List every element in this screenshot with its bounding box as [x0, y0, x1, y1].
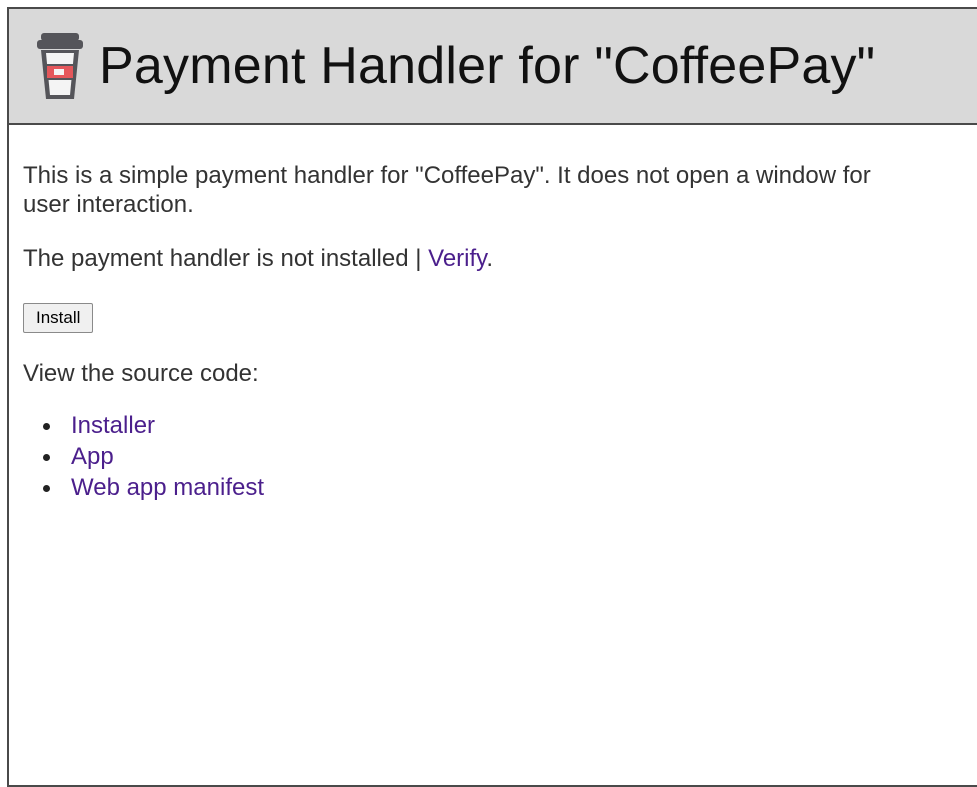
coffee-cup-icon — [37, 33, 83, 99]
status-text: The payment handler is not installed | — [23, 245, 429, 272]
page-header: Payment Handler for "CoffeePay" — [9, 9, 977, 125]
page-content: This is a simple payment handler for "Co… — [9, 125, 977, 503]
installer-link[interactable]: Installer — [71, 412, 155, 439]
install-button[interactable]: Install — [23, 303, 94, 333]
list-item: Installer — [43, 410, 977, 441]
page-title: Payment Handler for "CoffeePay" — [99, 37, 876, 95]
intro-text: This is a simple payment handler for "Co… — [23, 162, 871, 218]
status-suffix: . — [486, 245, 494, 272]
list-item: Web app manifest — [43, 472, 977, 503]
verify-link[interactable]: Verify — [428, 245, 486, 272]
app-link[interactable]: App — [71, 443, 114, 470]
source-code-label: View the source code: — [23, 360, 259, 387]
list-item: App — [43, 441, 977, 472]
web-app-manifest-link[interactable]: Web app manifest — [71, 474, 264, 501]
install-status: The payment handler is not installed | V… — [23, 244, 977, 273]
page-frame: Payment Handler for "CoffeePay" This is … — [7, 7, 977, 787]
source-code-list: Installer App Web app manifest — [23, 410, 977, 503]
